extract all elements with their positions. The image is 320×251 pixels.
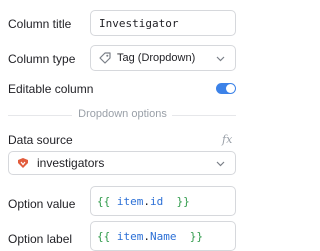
option-label-input[interactable]: {{ item. Name }} — [90, 221, 236, 251]
data-source-icon — [17, 157, 29, 169]
chevron-down-icon — [216, 51, 225, 65]
option-label-label: Option label — [8, 232, 73, 246]
column-type-value: Tag (Dropdown) — [117, 52, 196, 64]
column-title-value: Investigator — [99, 16, 179, 30]
editable-column-toggle[interactable] — [216, 83, 236, 94]
divider-line-right — [172, 115, 236, 116]
column-title-input[interactable]: Investigator — [90, 10, 236, 36]
toggle-knob — [226, 84, 235, 93]
data-source-value: investigators — [37, 156, 105, 170]
option-label-dot: . — [143, 229, 150, 243]
data-source-label: Data source — [8, 133, 73, 147]
column-type-label: Column type — [8, 52, 76, 66]
option-value-dot: . — [143, 194, 150, 208]
tag-icon — [99, 52, 111, 64]
data-source-select[interactable]: investigators — [8, 151, 236, 175]
dropdown-options-divider: Dropdown options — [0, 108, 245, 122]
column-title-label: Column title — [8, 17, 72, 31]
option-label-property: Name — [150, 229, 177, 243]
option-label-close-brace: }} — [189, 229, 203, 243]
chevron-down-icon — [216, 156, 225, 170]
dropdown-options-heading: Dropdown options — [78, 108, 167, 120]
option-value-open-brace: {{ — [97, 194, 111, 208]
column-type-select[interactable]: Tag (Dropdown) — [90, 45, 236, 71]
option-value-object: item — [116, 194, 144, 208]
option-value-input[interactable]: {{ item. id }} — [90, 186, 236, 216]
option-label-open-brace: {{ — [97, 229, 111, 243]
fx-button[interactable]: fx — [222, 133, 232, 146]
editable-column-label: Editable column — [8, 82, 94, 96]
option-label-object: item — [116, 229, 144, 243]
option-value-label: Option value — [8, 197, 76, 211]
option-value-property: id — [150, 194, 164, 208]
option-value-close-brace: }} — [176, 194, 190, 208]
